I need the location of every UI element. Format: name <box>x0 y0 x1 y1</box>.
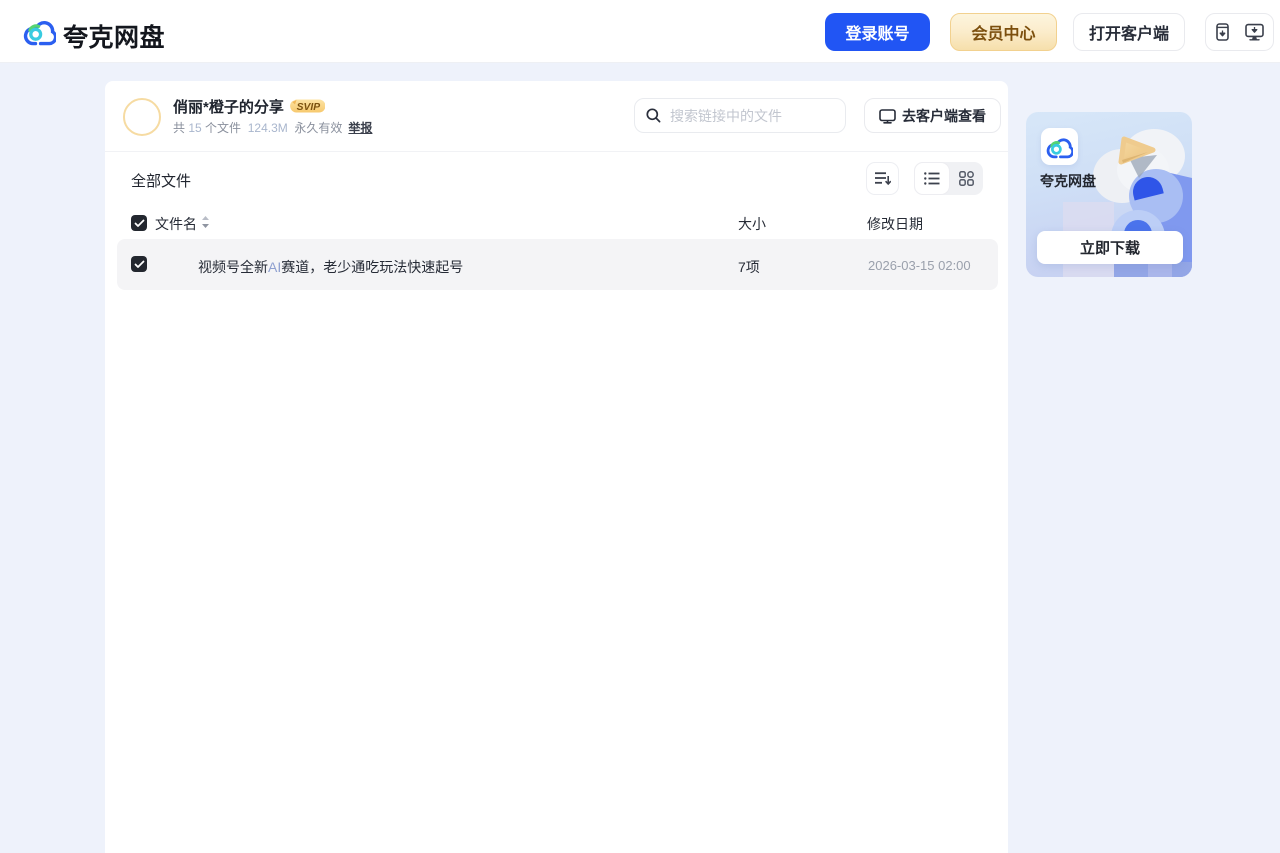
svg-text:SVIP: SVIP <box>297 102 321 113</box>
